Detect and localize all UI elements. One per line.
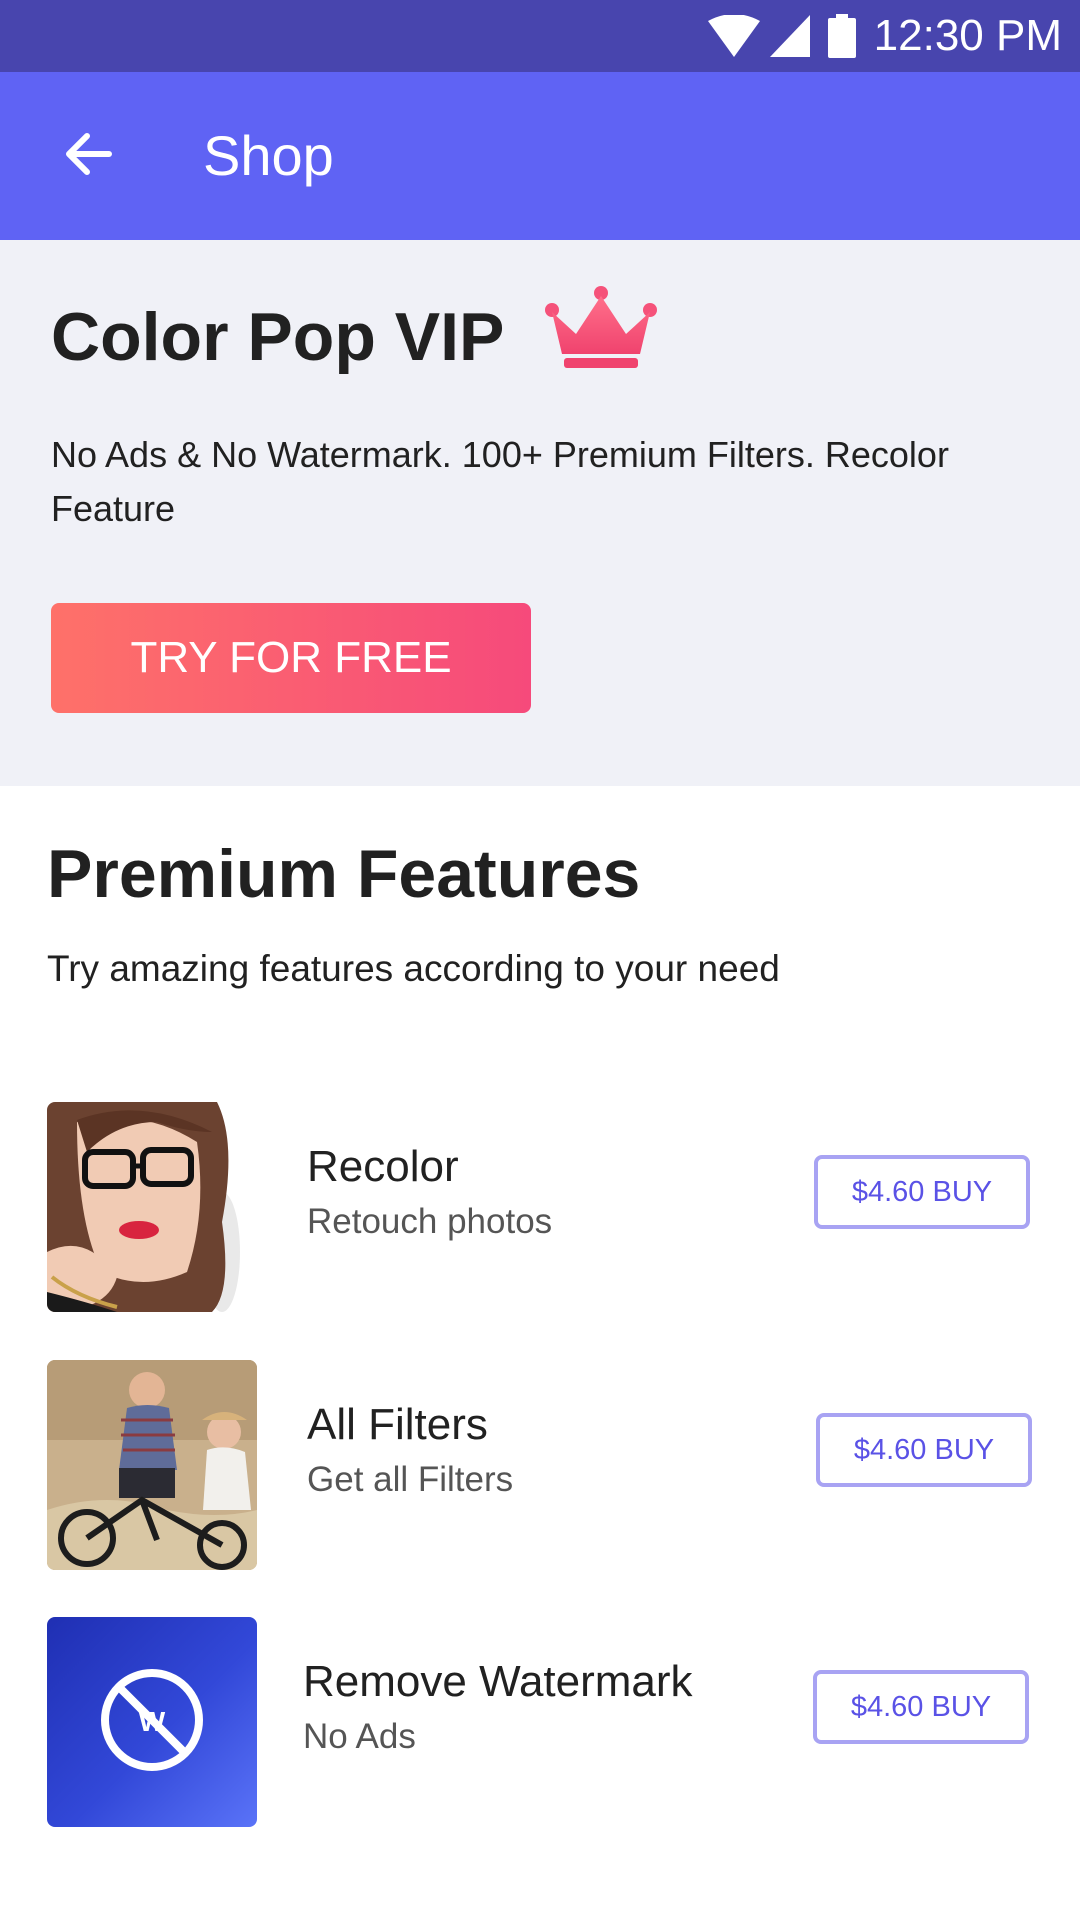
feature-description: Retouch photos: [307, 1202, 553, 1241]
feature-description: Get all Filters: [307, 1460, 514, 1499]
cell-signal-icon: [769, 15, 810, 57]
arrow-left-icon: [63, 129, 113, 184]
vip-description: No Ads & No Watermark. 100+ Premium Filt…: [51, 434, 949, 529]
page-title: Shop: [203, 124, 334, 187]
feature-name: Recolor: [307, 1142, 459, 1191]
try-for-free-button[interactable]: TRY FOR FREE: [51, 603, 531, 713]
feature-description: No Ads: [303, 1717, 416, 1756]
buy-recolor-button[interactable]: $4.60 BUY: [814, 1155, 1030, 1229]
status-icons: 12:30 PM: [707, 0, 1062, 72]
watermark-letter: W: [139, 1706, 166, 1737]
crown-icon: [544, 285, 658, 375]
feature-row-recolor: Recolor Retouch photos $4.60 BUY: [0, 1102, 1080, 1312]
status-bar: 12:30 PM: [0, 0, 1080, 72]
section-title: Premium Features: [47, 836, 641, 912]
feature-row-remove-watermark: W Remove Watermark No Ads $4.60 BUY: [0, 1617, 1080, 1827]
feature-name: Remove Watermark: [303, 1657, 693, 1706]
recolor-thumbnail: [47, 1102, 257, 1312]
no-watermark-icon: W: [97, 1665, 207, 1780]
buy-all-filters-button[interactable]: $4.60 BUY: [816, 1413, 1032, 1487]
back-button[interactable]: [40, 108, 136, 204]
section-subtitle: Try amazing features according to your n…: [47, 948, 780, 989]
status-time: 12:30 PM: [873, 11, 1062, 60]
all-filters-thumbnail: [47, 1360, 257, 1570]
app-bar: Shop: [0, 72, 1080, 240]
battery-icon: [827, 14, 856, 58]
feature-name: All Filters: [307, 1400, 488, 1449]
vip-title: Color Pop VIP: [51, 299, 505, 375]
vip-title-row: Color Pop VIP: [51, 285, 658, 376]
wifi-icon: [707, 15, 760, 57]
remove-watermark-thumbnail: W: [47, 1617, 257, 1827]
feature-row-all-filters: All Filters Get all Filters $4.60 BUY: [0, 1360, 1080, 1570]
vip-banner: Color Pop VIP No Ads & No Watermark. 100…: [0, 240, 1080, 786]
buy-remove-watermark-button[interactable]: $4.60 BUY: [813, 1670, 1029, 1744]
